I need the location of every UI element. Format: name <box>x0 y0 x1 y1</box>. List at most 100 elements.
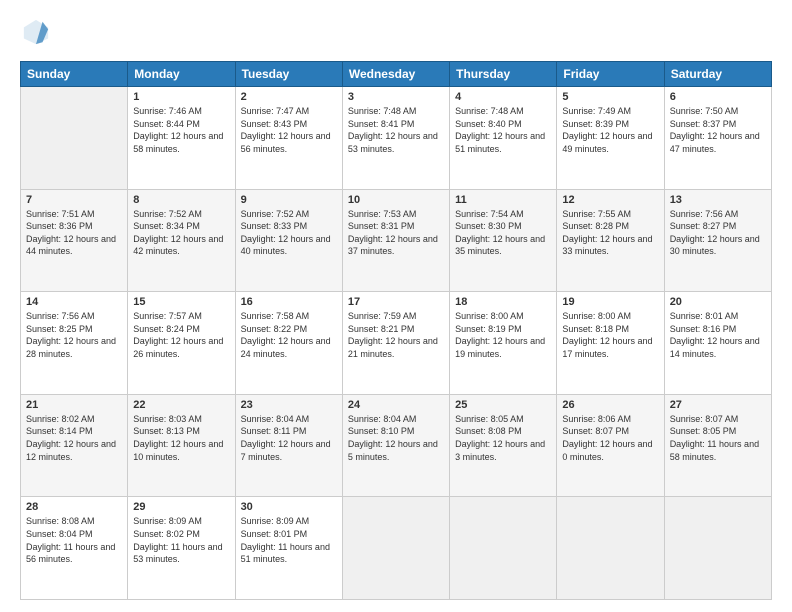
day-number: 14 <box>26 296 122 308</box>
calendar-cell: 20 Sunrise: 8:01 AMSunset: 8:16 PMDayligh… <box>664 292 771 395</box>
calendar-cell <box>342 497 449 600</box>
calendar-cell: 17 Sunrise: 7:59 AMSunset: 8:21 PMDayligh… <box>342 292 449 395</box>
day-info: Sunrise: 7:56 AMSunset: 8:27 PMDaylight:… <box>670 208 766 258</box>
calendar-cell: 12 Sunrise: 7:55 AMSunset: 8:28 PMDayligh… <box>557 189 664 292</box>
calendar-cell: 29 Sunrise: 8:09 AMSunset: 8:02 PMDayligh… <box>128 497 235 600</box>
calendar-cell: 3 Sunrise: 7:48 AMSunset: 8:41 PMDaylight… <box>342 87 449 190</box>
calendar-cell: 25 Sunrise: 8:05 AMSunset: 8:08 PMDayligh… <box>450 394 557 497</box>
weekday-header-saturday: Saturday <box>664 62 771 87</box>
calendar-cell: 18 Sunrise: 8:00 AMSunset: 8:19 PMDayligh… <box>450 292 557 395</box>
day-number: 26 <box>562 399 658 411</box>
day-number: 11 <box>455 194 551 206</box>
day-info: Sunrise: 8:00 AMSunset: 8:18 PMDaylight:… <box>562 310 658 360</box>
day-number: 15 <box>133 296 229 308</box>
day-info: Sunrise: 8:04 AMSunset: 8:10 PMDaylight:… <box>348 413 444 463</box>
calendar-cell: 28Sunrise: 8:08 AMSunset: 8:04 PMDayligh… <box>21 497 128 600</box>
calendar-page: SundayMondayTuesdayWednesdayThursdayFrid… <box>0 0 792 612</box>
day-info: Sunrise: 8:05 AMSunset: 8:08 PMDaylight:… <box>455 413 551 463</box>
day-info: Sunrise: 7:53 AMSunset: 8:31 PMDaylight:… <box>348 208 444 258</box>
day-info: Sunrise: 7:52 AMSunset: 8:33 PMDaylight:… <box>241 208 337 258</box>
day-number: 10 <box>348 194 444 206</box>
calendar-cell: 23 Sunrise: 8:04 AMSunset: 8:11 PMDayligh… <box>235 394 342 497</box>
calendar-cell: 7Sunrise: 7:51 AMSunset: 8:36 PMDaylight… <box>21 189 128 292</box>
day-info: Sunrise: 7:58 AMSunset: 8:22 PMDaylight:… <box>241 310 337 360</box>
day-number: 5 <box>562 91 658 103</box>
calendar-cell: 21 Sunrise: 8:02 AMSunset: 8:14 PMDayligh… <box>21 394 128 497</box>
calendar-cell: 22 Sunrise: 8:03 AMSunset: 8:13 PMDayligh… <box>128 394 235 497</box>
day-number: 1 <box>133 91 229 103</box>
calendar-cell: 8Sunrise: 7:52 AMSunset: 8:34 PMDaylight… <box>128 189 235 292</box>
weekday-header-monday: Monday <box>128 62 235 87</box>
day-info: Sunrise: 7:57 AMSunset: 8:24 PMDaylight:… <box>133 310 229 360</box>
day-number: 9 <box>241 194 337 206</box>
day-info: Sunrise: 8:00 AMSunset: 8:19 PMDaylight:… <box>455 310 551 360</box>
header <box>20 18 772 51</box>
calendar-cell: 1 Sunrise: 7:46 AMSunset: 8:44 PMDaylight… <box>128 87 235 190</box>
weekday-header-tuesday: Tuesday <box>235 62 342 87</box>
calendar-cell: 9 Sunrise: 7:52 AMSunset: 8:33 PMDaylight… <box>235 189 342 292</box>
day-info: Sunrise: 8:03 AMSunset: 8:13 PMDaylight:… <box>133 413 229 463</box>
calendar-cell: 30 Sunrise: 8:09 AMSunset: 8:01 PMDayligh… <box>235 497 342 600</box>
day-number: 4 <box>455 91 551 103</box>
calendar-cell: 27 Sunrise: 8:07 AMSunset: 8:05 PMDayligh… <box>664 394 771 497</box>
day-number: 16 <box>241 296 337 308</box>
day-info: Sunrise: 7:50 AMSunset: 8:37 PMDaylight:… <box>670 105 766 155</box>
day-info: Sunrise: 8:01 AMSunset: 8:16 PMDaylight:… <box>670 310 766 360</box>
day-info: Sunrise: 7:51 AMSunset: 8:36 PMDaylight:… <box>26 208 122 258</box>
day-info: Sunrise: 7:54 AMSunset: 8:30 PMDaylight:… <box>455 208 551 258</box>
day-number: 23 <box>241 399 337 411</box>
calendar-cell <box>21 87 128 190</box>
day-number: 24 <box>348 399 444 411</box>
day-number: 28 <box>26 501 122 513</box>
day-number: 13 <box>670 194 766 206</box>
day-info: Sunrise: 8:04 AMSunset: 8:11 PMDaylight:… <box>241 413 337 463</box>
calendar-cell <box>450 497 557 600</box>
day-number: 17 <box>348 296 444 308</box>
day-number: 6 <box>670 91 766 103</box>
day-number: 12 <box>562 194 658 206</box>
day-number: 2 <box>241 91 337 103</box>
day-number: 25 <box>455 399 551 411</box>
day-number: 30 <box>241 501 337 513</box>
calendar-cell: 19 Sunrise: 8:00 AMSunset: 8:18 PMDayligh… <box>557 292 664 395</box>
weekday-header-wednesday: Wednesday <box>342 62 449 87</box>
day-info: Sunrise: 8:07 AMSunset: 8:05 PMDaylight:… <box>670 413 766 463</box>
day-number: 27 <box>670 399 766 411</box>
day-number: 19 <box>562 296 658 308</box>
day-info: Sunrise: 7:59 AMSunset: 8:21 PMDaylight:… <box>348 310 444 360</box>
day-info: Sunrise: 8:09 AMSunset: 8:01 PMDaylight:… <box>241 515 337 565</box>
day-info: Sunrise: 7:49 AMSunset: 8:39 PMDaylight:… <box>562 105 658 155</box>
day-number: 18 <box>455 296 551 308</box>
calendar-cell: 5 Sunrise: 7:49 AMSunset: 8:39 PMDaylight… <box>557 87 664 190</box>
day-info: Sunrise: 7:47 AMSunset: 8:43 PMDaylight:… <box>241 105 337 155</box>
day-number: 3 <box>348 91 444 103</box>
calendar-cell: 2 Sunrise: 7:47 AMSunset: 8:43 PMDaylight… <box>235 87 342 190</box>
calendar-cell: 14 Sunrise: 7:56 AMSunset: 8:25 PMDayligh… <box>21 292 128 395</box>
calendar-cell: 16 Sunrise: 7:58 AMSunset: 8:22 PMDayligh… <box>235 292 342 395</box>
calendar-cell: 11 Sunrise: 7:54 AMSunset: 8:30 PMDayligh… <box>450 189 557 292</box>
calendar-table: SundayMondayTuesdayWednesdayThursdayFrid… <box>20 61 772 600</box>
day-info: Sunrise: 7:48 AMSunset: 8:41 PMDaylight:… <box>348 105 444 155</box>
day-info: Sunrise: 7:56 AMSunset: 8:25 PMDaylight:… <box>26 310 122 360</box>
weekday-header-sunday: Sunday <box>21 62 128 87</box>
day-number: 29 <box>133 501 229 513</box>
calendar-cell: 26 Sunrise: 8:06 AMSunset: 8:07 PMDayligh… <box>557 394 664 497</box>
calendar-cell: 6 Sunrise: 7:50 AMSunset: 8:37 PMDaylight… <box>664 87 771 190</box>
day-info: Sunrise: 8:02 AMSunset: 8:14 PMDaylight:… <box>26 413 122 463</box>
day-info: Sunrise: 8:06 AMSunset: 8:07 PMDaylight:… <box>562 413 658 463</box>
day-number: 21 <box>26 399 122 411</box>
calendar-cell <box>664 497 771 600</box>
day-info: Sunrise: 7:52 AMSunset: 8:34 PMDaylight:… <box>133 208 229 258</box>
day-info: Sunrise: 7:48 AMSunset: 8:40 PMDaylight:… <box>455 105 551 155</box>
calendar-cell: 24 Sunrise: 8:04 AMSunset: 8:10 PMDayligh… <box>342 394 449 497</box>
logo <box>20 18 54 51</box>
calendar-cell: 10 Sunrise: 7:53 AMSunset: 8:31 PMDayligh… <box>342 189 449 292</box>
day-info: Sunrise: 8:09 AMSunset: 8:02 PMDaylight:… <box>133 515 229 565</box>
day-info: Sunrise: 7:55 AMSunset: 8:28 PMDaylight:… <box>562 208 658 258</box>
calendar-cell: 15 Sunrise: 7:57 AMSunset: 8:24 PMDayligh… <box>128 292 235 395</box>
weekday-header-thursday: Thursday <box>450 62 557 87</box>
calendar-cell <box>557 497 664 600</box>
day-number: 22 <box>133 399 229 411</box>
day-info: Sunrise: 7:46 AMSunset: 8:44 PMDaylight:… <box>133 105 229 155</box>
day-number: 20 <box>670 296 766 308</box>
